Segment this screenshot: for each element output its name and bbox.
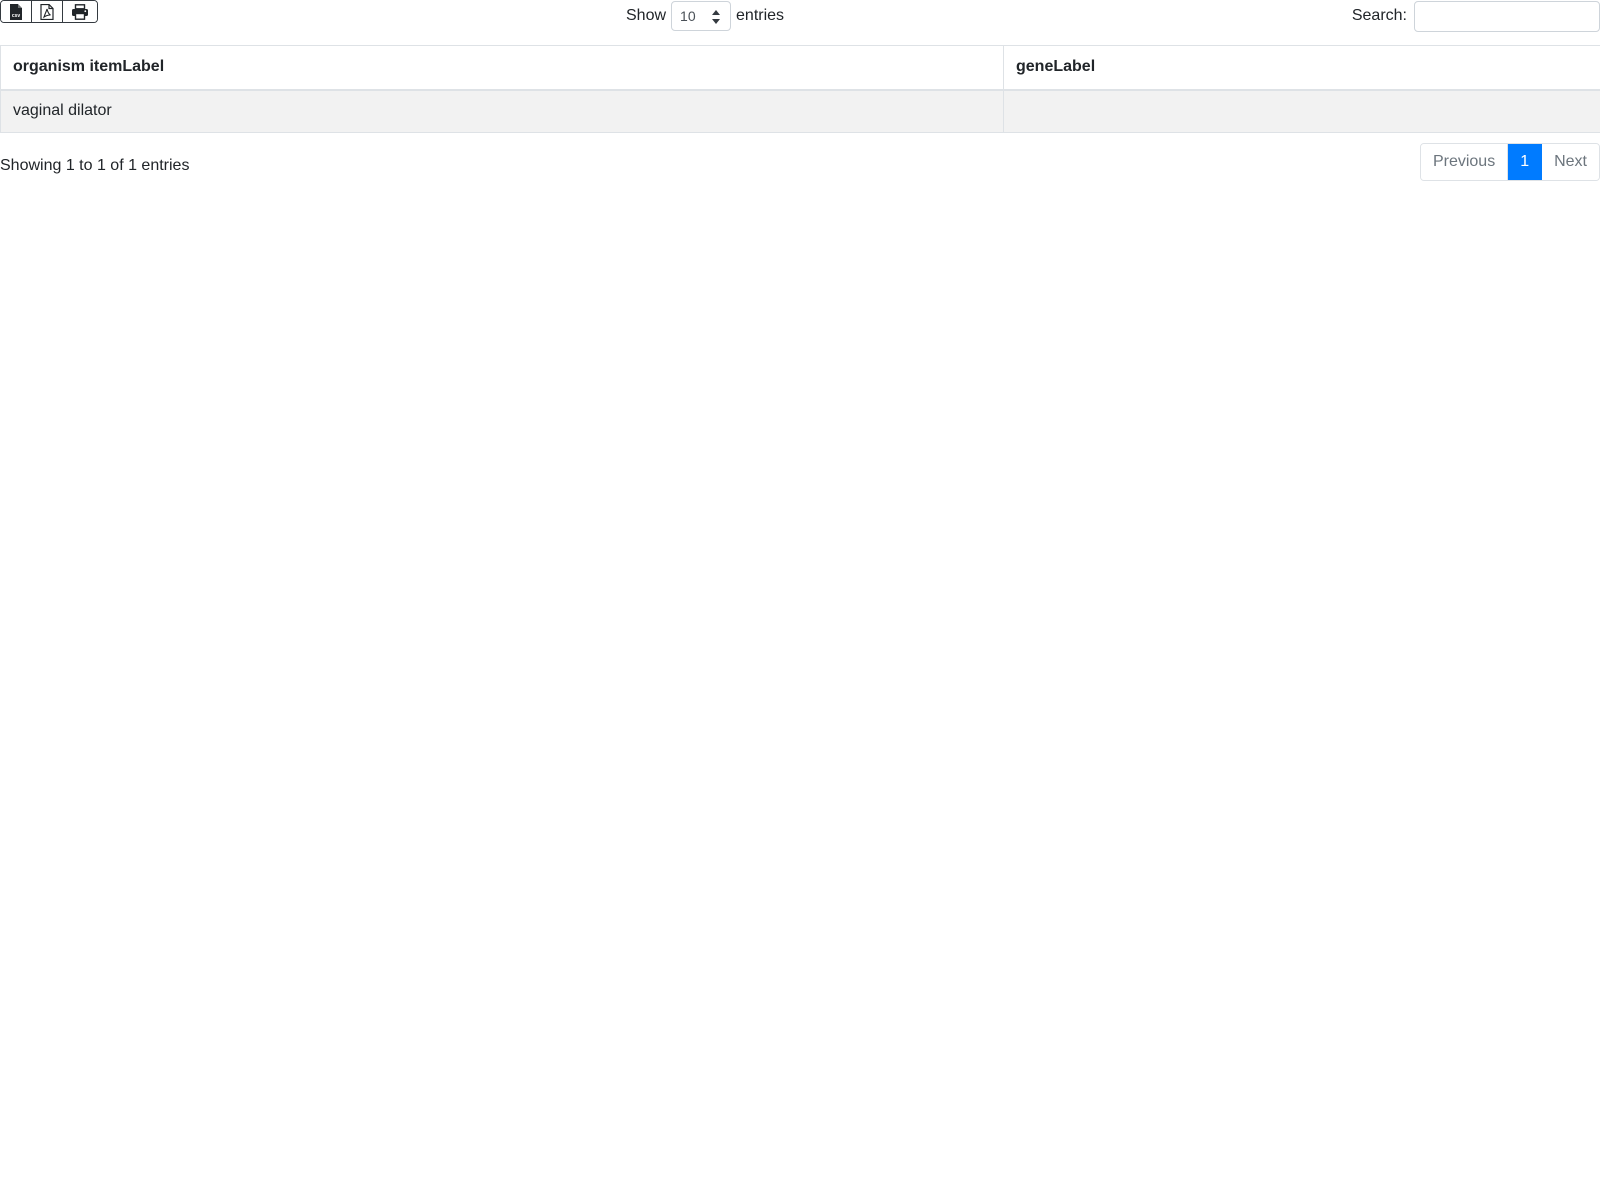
datatable-page: csv Show 10 entries Search: organism ite… (0, 0, 1600, 1200)
pdf-file-icon (40, 3, 54, 20)
csv-icon-text: csv (12, 13, 21, 19)
previous-page-button[interactable]: Previous (1420, 144, 1509, 180)
search-input[interactable] (1414, 0, 1600, 32)
entries-length-control: Show 10 entries (626, 1, 784, 31)
export-button-group: csv (0, 0, 98, 23)
entries-length-value: 10 (680, 8, 696, 24)
print-icon (72, 3, 88, 20)
table-cell-genelabel (1003, 89, 1600, 133)
pagination: Previous 1 Next (1419, 143, 1600, 181)
table-toolbar: csv Show 10 entries Search: (0, 0, 1600, 40)
export-csv-button[interactable]: csv (1, 1, 32, 22)
search-control: Search: (1352, 0, 1600, 32)
table-header-row: organism itemLabel geneLabel (0, 45, 1600, 91)
show-label: Show (626, 7, 667, 24)
results-table: organism itemLabel geneLabel vaginal dil… (0, 45, 1600, 133)
csv-file-icon: csv (10, 3, 22, 20)
print-button[interactable] (63, 1, 97, 22)
table-row: vaginal dilator (0, 89, 1600, 133)
entries-length-select[interactable]: 10 (671, 1, 732, 31)
search-label: Search: (1351, 7, 1407, 24)
column-header-organism-itemlabel[interactable]: organism itemLabel (0, 45, 1004, 91)
page-1-button[interactable]: 1 (1508, 144, 1543, 180)
column-header-genelabel[interactable]: geneLabel (1003, 45, 1600, 91)
next-page-button[interactable]: Next (1542, 144, 1599, 180)
export-pdf-button[interactable] (32, 1, 63, 22)
select-arrows-icon (712, 10, 721, 24)
entries-label: entries (736, 7, 785, 24)
table-info: Showing 1 to 1 of 1 entries (0, 157, 190, 174)
table-cell-organism-itemlabel: vaginal dilator (0, 89, 1004, 133)
